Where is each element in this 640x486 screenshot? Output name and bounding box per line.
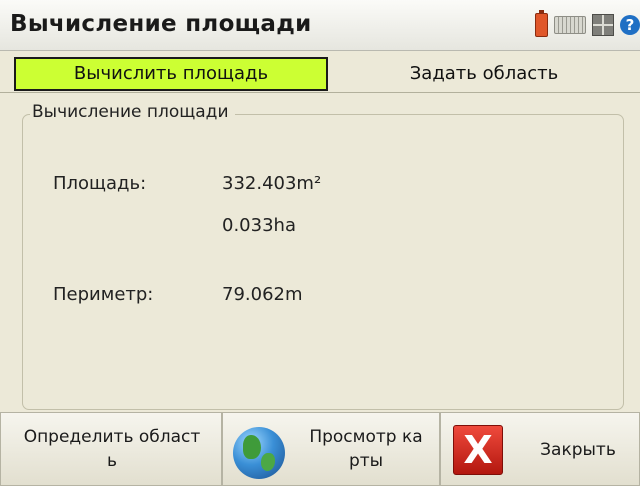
map-view-label-line2: рты bbox=[348, 451, 384, 471]
perimeter-value: 79.062m bbox=[222, 284, 303, 305]
map-view-button[interactable]: Просмотр ка рты bbox=[222, 412, 440, 486]
title-bar: Вычисление площади ? bbox=[0, 0, 640, 51]
area-value-m2: 332.403m² bbox=[222, 173, 322, 194]
area-value-ha: 0.033ha bbox=[222, 215, 296, 236]
system-tray: ? bbox=[535, 10, 640, 38]
tab-calculate-area[interactable]: Вычислить площадь bbox=[14, 57, 328, 91]
define-area-label-line1: Определить област bbox=[23, 427, 201, 447]
close-button[interactable]: X Закрыть bbox=[440, 412, 640, 486]
area-label: Площадь: bbox=[53, 173, 147, 194]
battery-icon[interactable] bbox=[535, 10, 548, 37]
define-area-button[interactable]: Определить област ь bbox=[0, 412, 222, 486]
grid-icon[interactable] bbox=[592, 14, 614, 36]
keyboard-icon[interactable] bbox=[554, 16, 586, 34]
perimeter-label: Периметр: bbox=[53, 284, 154, 305]
panel-legend: Вычисление площади bbox=[30, 102, 235, 122]
results-panel bbox=[22, 114, 624, 410]
define-area-label-line2: ь bbox=[106, 451, 118, 471]
map-view-label-line1: Просмотр ка bbox=[309, 427, 423, 447]
close-label: Закрыть bbox=[540, 440, 616, 460]
tab-define-region[interactable]: Задать область bbox=[328, 57, 640, 91]
tab-bar: Вычислить площадь Задать область bbox=[14, 57, 640, 91]
globe-icon bbox=[233, 427, 285, 479]
app-title: Вычисление площади bbox=[10, 11, 312, 37]
help-icon[interactable]: ? bbox=[620, 15, 640, 35]
close-icon: X bbox=[453, 425, 503, 475]
bottom-toolbar: Определить област ь Просмотр ка рты X За… bbox=[0, 412, 640, 486]
tab-divider bbox=[0, 92, 640, 93]
